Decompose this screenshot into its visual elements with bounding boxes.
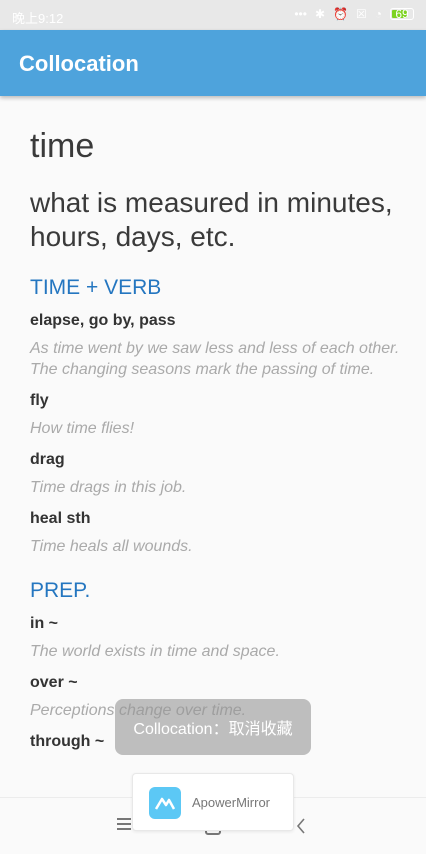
collocation-example: Time heals all wounds. (30, 538, 193, 555)
app-bar: Collocation (0, 30, 426, 96)
wifi-icon: ◔ (374, 7, 382, 21)
section-heading-prep: PREP. (30, 579, 91, 602)
sim-icon: ☒ (355, 7, 367, 21)
apowermirror-logo-icon (149, 787, 181, 819)
collocation-item: heal sth Time heals all wounds. (30, 508, 400, 557)
collocation-item: elapse, go by, pass As time went by we s… (30, 310, 400, 380)
collocation-item: fly How time flies! (30, 390, 400, 439)
collocation-phrase: heal sth (30, 510, 91, 527)
status-time: 晚上9:12 (12, 11, 64, 26)
collocation-example: How time flies! (30, 420, 135, 437)
apowermirror-badge[interactable]: ApowerMirror (132, 773, 294, 831)
collocation-item: drag Time drags in this job. (30, 449, 400, 498)
app-title: Collocation (19, 51, 139, 76)
headword: time (30, 127, 95, 165)
definition: what is measured in minutes, hours, days… (30, 187, 393, 252)
collocation-phrase: in ~ (30, 615, 59, 632)
status-bar: 晚上9:12 ••• ✱ ⏰ ☒ ◔ 69 (0, 0, 426, 30)
battery-icon: 69 (390, 7, 414, 21)
battery-level: 69 (395, 7, 409, 21)
collocation-example: As time went by we saw less and less of … (30, 340, 400, 378)
alarm-icon: ⏰ (333, 7, 348, 21)
dots-icon: ••• (294, 7, 307, 21)
section-heading-time-verb: TIME + VERB (30, 276, 162, 299)
menu-icon[interactable] (117, 818, 131, 830)
collocation-phrase: drag (30, 451, 65, 468)
collocation-item: in ~ The world exists in time and space. (30, 613, 400, 662)
toast-message: Collocation：取消收藏 (115, 699, 311, 755)
collocation-phrase: over ~ (30, 674, 78, 691)
apowermirror-label: ApowerMirror (192, 795, 271, 810)
collocation-example: Time drags in this job. (30, 479, 187, 496)
collocation-example: The world exists in time and space. (30, 643, 280, 660)
bluetooth-icon: ✱ (314, 7, 326, 21)
entry-content: time what is measured in minutes, hours,… (30, 96, 400, 763)
status-icons: ••• ✱ ⏰ ☒ ◔ 69 (294, 7, 414, 21)
collocation-phrase: fly (30, 392, 49, 409)
collocation-phrase: elapse, go by, pass (30, 312, 176, 329)
